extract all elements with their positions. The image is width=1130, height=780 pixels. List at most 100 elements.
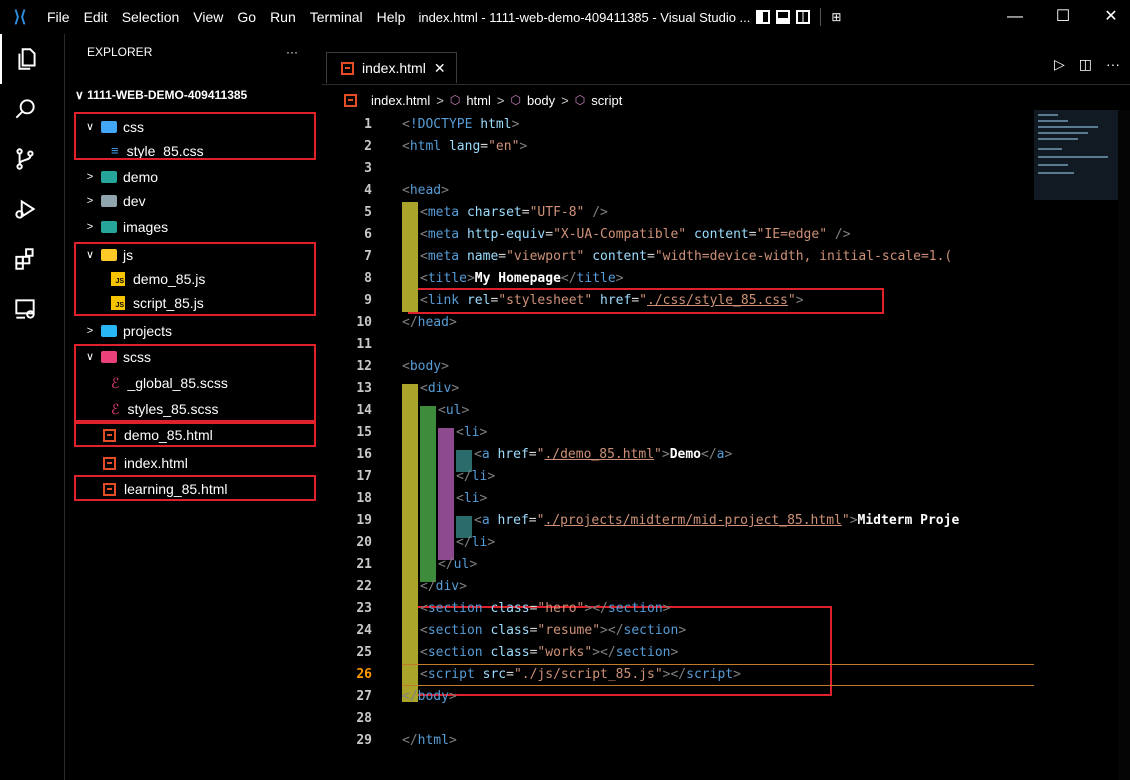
line-number: 3: [364, 161, 372, 176]
tree-folder-images[interactable]: > images: [65, 216, 333, 238]
code-line: 20 </li>: [322, 532, 1034, 554]
run-debug-icon[interactable]: [0, 184, 50, 234]
tree-file-learning-html[interactable]: learning_85.html: [65, 478, 349, 500]
maximize-button[interactable]: ☐: [1040, 0, 1086, 34]
tree-file-style-css[interactable]: ≡ style_85.css: [65, 140, 357, 162]
tree-item-label: styles_85.scss: [127, 401, 219, 417]
breadcrumb-file[interactable]: index.html: [371, 93, 430, 108]
split-editor-icon[interactable]: ◫: [1079, 56, 1092, 73]
breadcrumb-script[interactable]: script: [591, 93, 622, 108]
code-line: 10 </head>: [322, 312, 1034, 334]
chevron-down-icon: ∨: [85, 351, 95, 363]
tree-folder-dev[interactable]: > dev: [65, 190, 333, 212]
tree-item-label: style_85.css: [126, 143, 204, 159]
tree-folder-scss[interactable]: ∨ scss: [65, 346, 333, 368]
breadcrumb-body[interactable]: body: [527, 93, 555, 108]
tree-file-script-js[interactable]: JS script_85.js: [65, 292, 357, 314]
chevron-right-icon: >: [86, 171, 94, 183]
menu-run[interactable]: Run: [263, 0, 303, 34]
menu-go[interactable]: Go: [230, 0, 263, 34]
line-number: 28: [356, 711, 372, 726]
tree-file-demo-html[interactable]: demo_85.html: [65, 424, 349, 446]
line-number: 24: [356, 623, 372, 638]
menu-view[interactable]: View: [186, 0, 230, 34]
code-text: <a href="./demo_85.html">Demo</a>: [474, 447, 733, 462]
tree-item-label: script_85.js: [133, 295, 204, 311]
menu-help[interactable]: Help: [370, 0, 413, 34]
tree-file-global-scss[interactable]: ℰ _global_85.scss: [65, 372, 357, 394]
menu-edit[interactable]: Edit: [77, 0, 115, 34]
js-file-icon: JS: [111, 272, 125, 286]
tree-item-label: dev: [123, 193, 146, 209]
code-line: 17 </li>: [322, 466, 1034, 488]
toggle-secondary-sidebar-icon[interactable]: [796, 10, 811, 24]
code-line: 25 <section class="works"></section>: [322, 642, 1034, 664]
line-number: 19: [356, 513, 372, 528]
line-number: 23: [356, 601, 372, 616]
run-icon[interactable]: ▷: [1054, 56, 1065, 73]
line-number: 4: [364, 183, 372, 198]
minimap-line: [1038, 172, 1074, 174]
remote-explorer-icon[interactable]: [0, 284, 50, 334]
line-number: 25: [356, 645, 372, 660]
code-line: 22 </div>: [322, 576, 1034, 598]
html-file-icon: [103, 456, 116, 470]
tree-item-label: js: [123, 247, 134, 263]
vertical-scrollbar[interactable]: [1118, 110, 1130, 780]
code-editor[interactable]: 1 <!DOCTYPE html> 2 <html lang="en"> 3 4 <h…: [322, 114, 1034, 780]
editor-tabs: index.html ✕ ▷ ◫ ···: [322, 48, 1130, 85]
tree-folder-projects[interactable]: > projects: [65, 320, 333, 342]
tree-file-demo-js[interactable]: JS demo_85.js: [65, 268, 357, 290]
code-text: <a href="./projects/midterm/mid-project_…: [474, 513, 960, 528]
tree-folder-js[interactable]: ∨ js: [65, 244, 333, 266]
code-text: </ul>: [438, 557, 478, 572]
code-text: </body>: [402, 689, 457, 704]
element-icon: ⬡: [449, 93, 461, 107]
chevron-right-icon: >: [496, 92, 505, 108]
folder-demo-icon: [101, 171, 117, 183]
code-text: <div>: [420, 381, 460, 396]
minimize-button[interactable]: —: [992, 0, 1038, 34]
line-number: 26: [356, 667, 372, 682]
folder-css-icon: [101, 121, 117, 133]
code-line: 3: [322, 158, 1034, 180]
chevron-right-icon: >: [86, 325, 94, 337]
minimap[interactable]: [1034, 110, 1130, 200]
window-title: index.html - 1111-web-demo-409411385 - V…: [418, 9, 751, 25]
code-line: 18 <li>: [322, 488, 1034, 510]
tree-file-index-html[interactable]: index.html: [65, 452, 349, 474]
search-icon[interactable]: [0, 84, 50, 134]
breadcrumb-html[interactable]: html: [466, 93, 491, 108]
breadcrumb: index.html > ⬡ html > ⬡ body > ⬡ script: [340, 90, 622, 110]
tree-folder-demo[interactable]: > demo: [65, 166, 333, 188]
minimap-line: [1038, 138, 1078, 140]
tab-index-html[interactable]: index.html ✕: [326, 52, 457, 83]
scss-file-icon: ℰ: [111, 375, 120, 391]
menu-file[interactable]: File: [40, 0, 77, 34]
code-text: </li>: [456, 535, 496, 550]
menu-selection[interactable]: Selection: [115, 0, 187, 34]
code-text: <section class="resume"></section>: [420, 623, 687, 638]
customize-layout-icon[interactable]: ⊞: [831, 10, 845, 24]
more-actions-icon[interactable]: ···: [1106, 56, 1120, 73]
source-control-icon[interactable]: [0, 134, 50, 184]
menu-terminal[interactable]: Terminal: [303, 0, 370, 34]
minimap-line: [1038, 156, 1108, 158]
more-actions-icon[interactable]: ···: [286, 45, 298, 59]
line-number: 21: [356, 557, 372, 572]
close-icon[interactable]: ✕: [434, 60, 446, 77]
chevron-right-icon: >: [561, 92, 569, 108]
code-text: <html lang="en">: [402, 139, 528, 154]
toggle-sidebar-icon[interactable]: [756, 10, 771, 24]
workspace-root[interactable]: ∨ 1111-WEB-DEMO-409411385: [75, 88, 247, 102]
folder-scss-icon: [101, 351, 117, 363]
toggle-panel-icon[interactable]: [776, 10, 791, 24]
tree-folder-css[interactable]: ∨ css: [65, 116, 333, 138]
code-text: <!DOCTYPE html>: [402, 117, 520, 132]
tree-file-styles-scss[interactable]: ℰ styles_85.scss: [65, 398, 357, 420]
minimap-line: [1038, 148, 1062, 150]
extensions-icon[interactable]: [0, 234, 50, 284]
explorer-icon[interactable]: [0, 34, 52, 84]
scss-file-icon: ℰ: [111, 401, 120, 417]
close-button[interactable]: ✕: [1088, 0, 1130, 34]
